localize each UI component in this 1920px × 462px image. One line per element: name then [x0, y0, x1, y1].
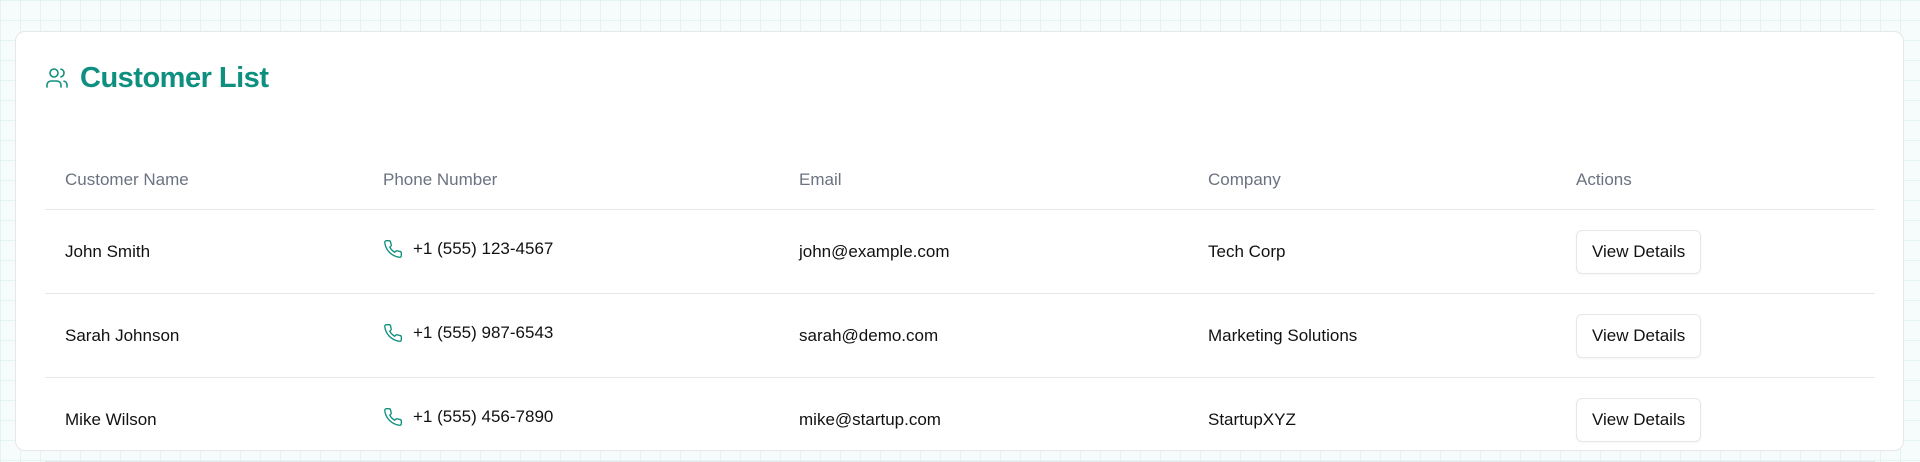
actions-cell: View Details	[1556, 377, 1875, 462]
customer-table: Customer Name Phone Number Email Company…	[45, 151, 1875, 462]
customer-list-card: Customer List Customer Name Phone Number…	[15, 31, 1904, 462]
company-cell: Tech Corp	[1188, 209, 1556, 294]
customer-name: Mike Wilson	[45, 377, 363, 462]
column-header-email: Email	[779, 151, 1188, 210]
view-details-button[interactable]: View Details	[1576, 397, 1702, 442]
table-row: John Smith +1 (555) 123-4567 john@exampl…	[45, 209, 1875, 294]
column-header-name: Customer Name	[45, 151, 363, 210]
actions-cell: View Details	[1556, 209, 1875, 294]
email-cell: mike@startup.com	[779, 377, 1188, 462]
customer-name: Sarah Johnson	[45, 293, 363, 378]
company-cell: StartupXYZ	[1188, 377, 1556, 462]
phone-number: +1 (555) 123-4567	[413, 239, 554, 258]
column-header-phone: Phone Number	[363, 151, 779, 210]
page-title: Customer List	[80, 61, 269, 94]
email-cell: sarah@demo.com	[779, 293, 1188, 378]
column-header-actions: Actions	[1556, 151, 1875, 210]
phone-icon	[383, 407, 403, 427]
table-row: Sarah Johnson +1 (555) 987-6543 sarah@de…	[45, 293, 1875, 378]
users-icon	[45, 66, 69, 90]
phone-icon	[383, 323, 403, 343]
card-header: Customer List	[45, 58, 269, 98]
phone-number: +1 (555) 456-7890	[413, 407, 554, 426]
column-header-company: Company	[1188, 151, 1556, 210]
phone-number: +1 (555) 987-6543	[413, 323, 554, 342]
company-cell: Marketing Solutions	[1188, 293, 1556, 378]
customer-name: John Smith	[45, 209, 363, 294]
table-header-row: Customer Name Phone Number Email Company…	[45, 151, 1875, 210]
phone-icon	[383, 239, 403, 259]
table-row: Mike Wilson +1 (555) 456-7890 mike@start…	[45, 377, 1875, 462]
view-details-button[interactable]: View Details	[1576, 229, 1702, 274]
email-cell: john@example.com	[779, 209, 1188, 294]
phone-cell: +1 (555) 987-6543	[363, 293, 779, 378]
phone-cell: +1 (555) 123-4567	[363, 209, 779, 294]
phone-cell: +1 (555) 456-7890	[363, 377, 779, 462]
actions-cell: View Details	[1556, 293, 1875, 378]
view-details-button[interactable]: View Details	[1576, 313, 1702, 358]
